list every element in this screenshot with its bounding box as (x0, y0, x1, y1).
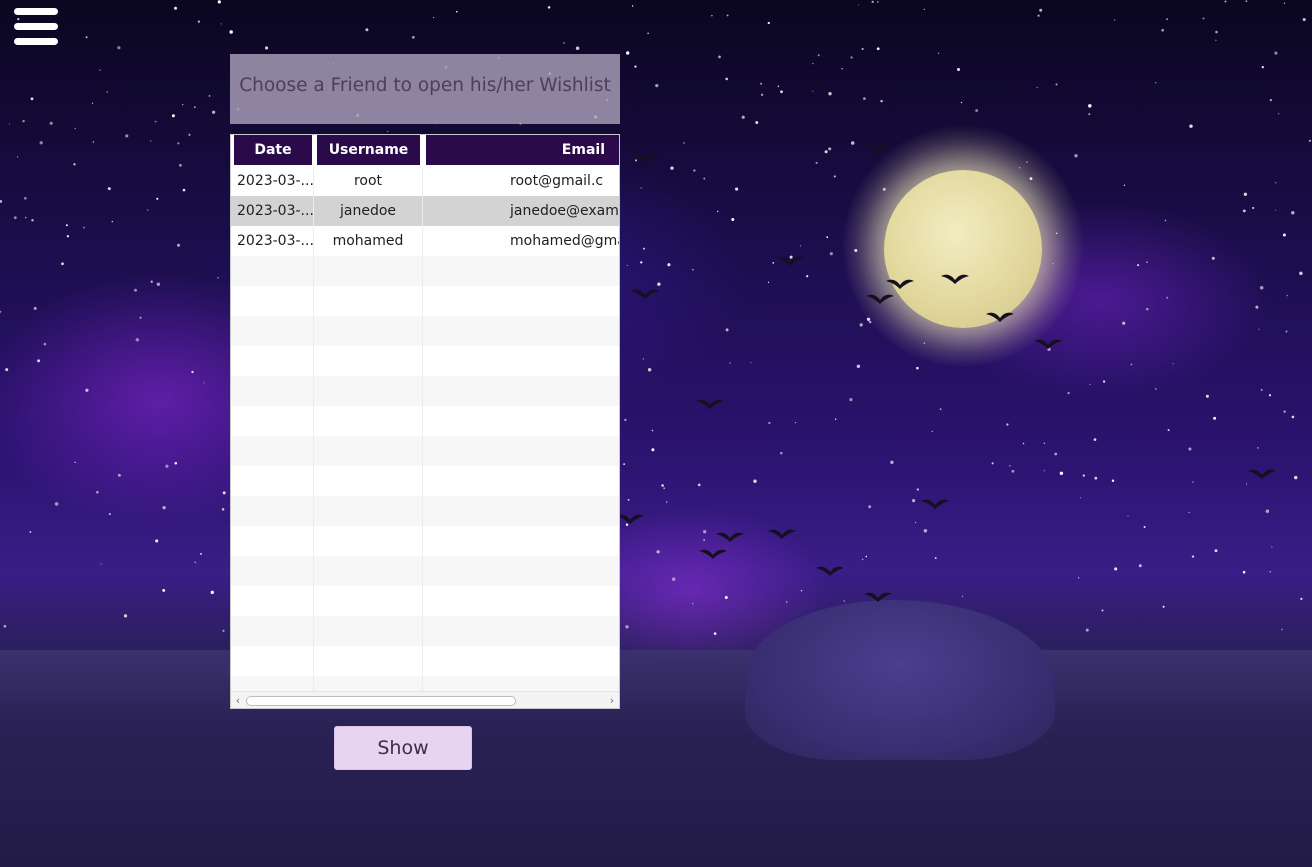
horizontal-scrollbar[interactable]: ‹ › (231, 691, 619, 708)
cell-username (314, 316, 423, 346)
cell-username (314, 466, 423, 496)
cell-username: mohamed (314, 226, 423, 256)
cell-username (314, 586, 423, 616)
cell-date (231, 526, 314, 556)
scroll-left-icon[interactable]: ‹ (231, 692, 245, 708)
table-header: Date Username Email (231, 135, 619, 165)
hamburger-menu-icon[interactable] (14, 8, 58, 46)
empty-table-row (231, 586, 619, 616)
cell-date (231, 436, 314, 466)
cell-username (314, 496, 423, 526)
cell-date (231, 376, 314, 406)
empty-table-row (231, 496, 619, 526)
cell-email (423, 376, 619, 406)
cell-email (423, 316, 619, 346)
cell-date: 2023-03-... (231, 226, 314, 256)
table-row[interactable]: 2023-03-... janedoe janedoe@examp (231, 196, 619, 226)
cell-email (423, 406, 619, 436)
cell-email (423, 256, 619, 286)
empty-table-row (231, 256, 619, 286)
cell-email: janedoe@examp (510, 203, 619, 219)
choose-friend-prompt: Choose a Friend to open his/her Wishlist (230, 54, 620, 124)
empty-table-row (231, 406, 619, 436)
show-button[interactable]: Show (334, 726, 472, 770)
empty-table-row (231, 616, 619, 646)
cell-email (423, 496, 619, 526)
cell-email (423, 286, 619, 316)
cell-date (231, 556, 314, 586)
cell-date (231, 616, 314, 646)
cell-email (423, 586, 619, 616)
scroll-right-icon[interactable]: › (605, 692, 619, 708)
empty-table-row (231, 286, 619, 316)
cell-username (314, 616, 423, 646)
cell-date (231, 406, 314, 436)
empty-table-row (231, 436, 619, 466)
cell-email (423, 436, 619, 466)
empty-table-row (231, 646, 619, 676)
cell-email (423, 556, 619, 586)
cell-date (231, 256, 314, 286)
table-row[interactable]: 2023-03-... mohamed mohamed@gma (231, 226, 619, 256)
empty-table-row (231, 526, 619, 556)
empty-table-row (231, 556, 619, 586)
column-header-email[interactable]: Email (426, 135, 619, 165)
scrollbar-thumb[interactable] (246, 696, 516, 706)
cell-username (314, 646, 423, 676)
cell-date (231, 316, 314, 346)
cell-username (314, 256, 423, 286)
empty-table-row (231, 466, 619, 496)
cell-email: root@gmail.c (510, 173, 604, 189)
empty-table-row (231, 316, 619, 346)
cell-username (314, 346, 423, 376)
cell-username (314, 436, 423, 466)
cell-date: 2023-03-... (231, 166, 314, 196)
cell-email (423, 466, 619, 496)
empty-table-row (231, 346, 619, 376)
cell-date (231, 346, 314, 376)
column-header-date[interactable]: Date (234, 135, 312, 165)
cell-date (231, 586, 314, 616)
table-body: 2023-03-... root root@gmail.c 2023-03-... ja… (231, 166, 619, 706)
cell-username (314, 406, 423, 436)
cell-username (314, 286, 423, 316)
cell-username (314, 376, 423, 406)
cell-date (231, 646, 314, 676)
birds-layer (616, 144, 1276, 602)
cell-email (423, 616, 619, 646)
table-row[interactable]: 2023-03-... root root@gmail.c (231, 166, 619, 196)
cell-username: janedoe (314, 196, 423, 226)
cell-date (231, 466, 314, 496)
cell-username (314, 556, 423, 586)
column-header-username[interactable]: Username (317, 135, 420, 165)
cell-email: mohamed@gma (510, 233, 619, 249)
cell-email (423, 526, 619, 556)
cell-date: 2023-03-... (231, 196, 314, 226)
cell-date (231, 286, 314, 316)
cell-username (314, 526, 423, 556)
cell-username: root (314, 166, 423, 196)
cell-date (231, 496, 314, 526)
friends-table[interactable]: Date Username Email 2023-03-... root root@… (230, 134, 620, 709)
cell-email (423, 646, 619, 676)
empty-table-row (231, 376, 619, 406)
cell-email (423, 346, 619, 376)
